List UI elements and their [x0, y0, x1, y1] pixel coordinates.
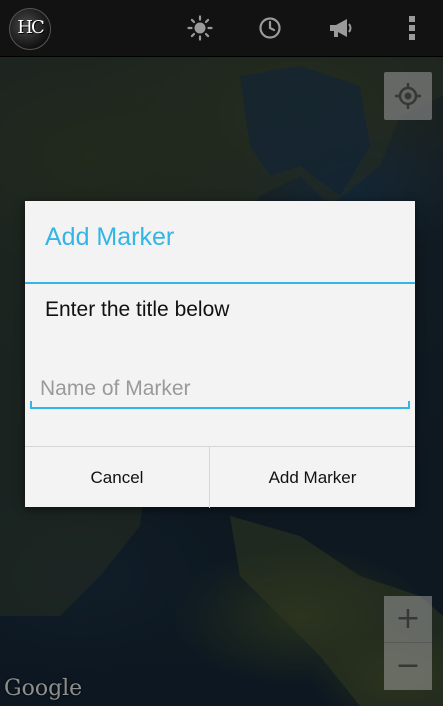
add-marker-button[interactable]: Add Marker [210, 447, 415, 508]
input-underline [30, 407, 410, 409]
app-logo[interactable]: HC [9, 8, 51, 50]
megaphone-icon[interactable] [327, 14, 355, 42]
input-underline-right [408, 401, 410, 409]
dialog-title: Add Marker [45, 223, 175, 251]
add-marker-dialog: Add Marker Enter the title below Cancel … [25, 201, 415, 508]
dialog-message: Enter the title below [45, 298, 230, 321]
brightness-icon[interactable] [186, 14, 214, 42]
dialog-button-bar: Cancel Add Marker [25, 446, 415, 508]
cancel-button[interactable]: Cancel [25, 447, 209, 508]
clock-icon[interactable] [256, 14, 284, 42]
app-logo-text: HC [17, 17, 44, 38]
action-bar: HC [0, 0, 443, 57]
overflow-menu-icon[interactable] [398, 14, 426, 42]
title-divider [25, 282, 415, 284]
marker-name-input[interactable] [30, 371, 410, 407]
